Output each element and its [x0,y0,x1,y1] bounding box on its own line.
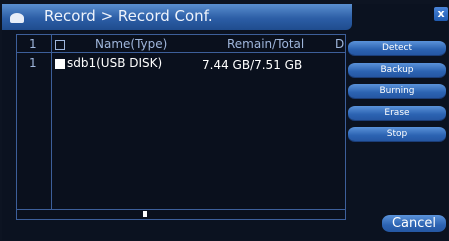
horizontal-scrollbar[interactable] [17,209,345,219]
row-name-type: sdb1(USB DISK) [67,56,163,70]
header-divider [17,52,345,53]
row-checkbox[interactable] [55,59,65,69]
backup-button[interactable]: Backup [348,63,446,77]
header-index: 1 [29,37,37,51]
detect-button[interactable]: Detect [348,41,446,55]
erase-button[interactable]: Erase [348,106,446,120]
cancel-button[interactable]: Cancel [382,215,446,232]
device-table: 1 Name(Type) Remain/Total D 1 sdb1(USB D… [16,34,346,220]
stop-button[interactable]: Stop [348,127,446,141]
select-all-checkbox[interactable] [55,40,65,50]
burning-button[interactable]: Burning [348,84,446,98]
folder-icon [10,13,24,23]
window-title: Record > Record Conf. [44,7,213,25]
title-bar: Record > Record Conf. [2,4,352,30]
header-extra: D [335,37,345,51]
column-separator [51,35,52,209]
record-conf-dialog: Record > Record Conf. x 1 Name(Type) Rem… [2,4,448,240]
scroll-thumb[interactable] [143,211,147,217]
row-remain-total: 7.44 GB/7.51 GB [202,58,303,72]
row-index: 1 [29,56,37,70]
header-remain-total: Remain/Total [227,37,305,51]
header-name-type: Name(Type) [95,37,168,51]
close-button[interactable]: x [434,7,448,21]
